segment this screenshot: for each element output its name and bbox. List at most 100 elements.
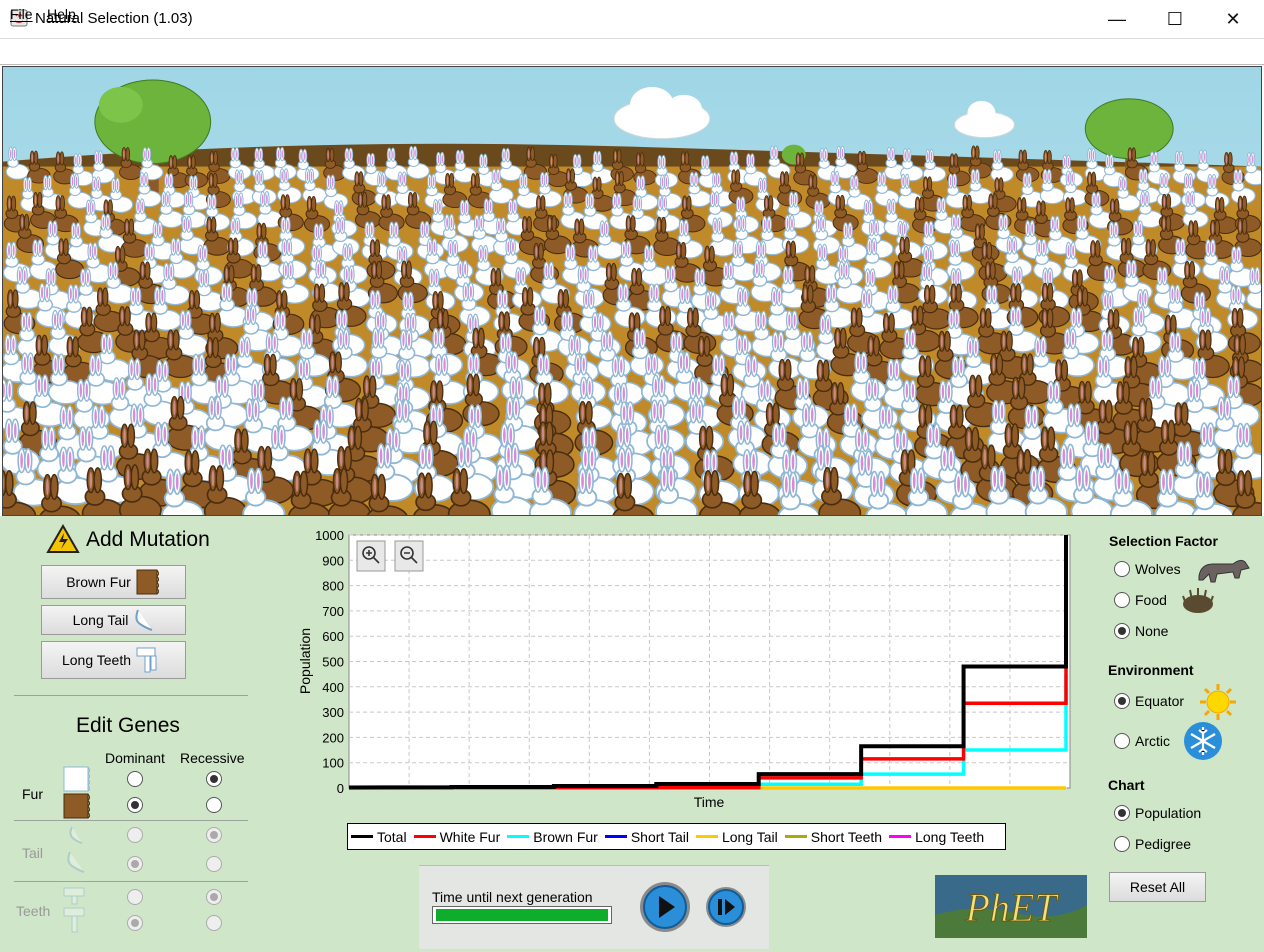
y-axis-label: Population [297, 628, 313, 694]
teeth-long-dominant-radio [127, 915, 143, 931]
play-button[interactable] [638, 880, 692, 934]
fur-brown-recessive-radio[interactable] [206, 797, 222, 813]
brown-fur-icon [63, 793, 90, 819]
tail-long-dominant-radio [127, 856, 143, 872]
chart-population-label: Population [1135, 805, 1202, 821]
selection-food-radio[interactable] [1114, 592, 1130, 608]
add-mutation-title: Add Mutation [86, 528, 210, 551]
environment-equator-label: Equator [1135, 693, 1185, 709]
x-axis-label: Time [694, 794, 725, 810]
environment-arctic-radio[interactable] [1114, 733, 1130, 749]
legend-swatch [507, 835, 530, 838]
fur-white-dominant-radio[interactable] [127, 771, 143, 787]
food-shrub-icon [1182, 588, 1214, 613]
maximize-button[interactable]: ☐ [1146, 0, 1204, 38]
y-tick-label: 700 [322, 604, 344, 619]
tail-long-recessive-radio [206, 856, 222, 872]
mutation-button-label: Brown Fur [66, 574, 131, 590]
reset-all-button[interactable]: Reset All [1109, 872, 1206, 902]
mutation-warning-icon [46, 524, 80, 553]
y-tick-label: 0 [337, 781, 344, 796]
gene-row-tail-label: Tail [22, 845, 44, 861]
dominant-column-header: Dominant [105, 750, 165, 766]
long-teeth-mutation-button[interactable]: Long Teeth [41, 641, 186, 679]
legend-label: Short Teeth [810, 828, 883, 845]
chart-legend: Total White Fur Brown Fur Short Tail Long Ta… [347, 823, 1006, 850]
step-icon [718, 899, 722, 915]
snowflake-icon [1184, 722, 1222, 760]
clock-label: Time until next generation [432, 889, 593, 905]
selection-factor-title: Selection Factor [1109, 533, 1218, 549]
short-tail-icon [69, 826, 83, 844]
population-chart: 0 100 200 300 400 500 600 700 800 900 1000 Populat… [297, 528, 1071, 810]
y-tick-label: 900 [322, 553, 344, 568]
legend-item: Short Tail [604, 829, 689, 845]
wolf-icon [1198, 559, 1250, 583]
tail-short-recessive-radio [206, 827, 222, 843]
chart-pedigree-radio[interactable] [1114, 836, 1130, 852]
selection-wolves-radio[interactable] [1114, 561, 1130, 577]
fur-brown-dominant-radio[interactable] [127, 797, 143, 813]
tail-short-dominant-radio [127, 827, 143, 843]
step-button[interactable] [705, 886, 747, 928]
mutation-button-label: Long Teeth [61, 652, 132, 668]
chart-population-radio[interactable] [1114, 805, 1130, 821]
brown-fur-mutation-button[interactable]: Brown Fur [41, 565, 186, 599]
legend-swatch [695, 835, 718, 838]
y-tick-label: 200 [322, 730, 344, 745]
teeth-short-dominant-radio [127, 889, 143, 905]
legend-label: Long Teeth [915, 828, 985, 845]
generation-progress-fill [436, 909, 608, 921]
environment-title: Environment [1108, 662, 1194, 678]
legend-item: Total [351, 829, 407, 845]
y-tick-label: 1000 [315, 528, 344, 543]
y-tick-label: 100 [322, 756, 344, 771]
gene-row-divider [14, 820, 248, 821]
legend-item: White Fur [413, 829, 500, 845]
legend-label: Long Tail [721, 828, 778, 845]
phet-logo-text: PhET [964, 885, 1059, 930]
gene-row-divider [14, 881, 248, 882]
close-icon: ✕ [1225, 8, 1241, 29]
legend-swatch [413, 835, 436, 838]
chart-pedigree-label: Pedigree [1135, 836, 1192, 852]
legend-item: Brown Fur [507, 829, 598, 845]
environment-equator-radio[interactable] [1114, 693, 1130, 709]
legend-swatch [604, 835, 627, 838]
maximize-icon: ☐ [1166, 8, 1184, 29]
long-tail-mutation-button[interactable]: Long Tail [41, 605, 186, 635]
y-tick-label: 300 [322, 705, 344, 720]
selection-none-radio[interactable] [1114, 623, 1130, 639]
teeth-short-recessive-radio [206, 889, 222, 905]
legend-swatch [889, 835, 912, 838]
legend-swatch [784, 835, 807, 838]
mutation-button-label: Long Tail [72, 612, 129, 628]
zoom-out-button[interactable] [394, 540, 424, 572]
minimize-button[interactable]: — [1088, 0, 1146, 38]
long-tail-icon [135, 609, 153, 631]
menu-help[interactable]: Help [47, 6, 76, 22]
legend-label: Brown Fur [533, 828, 598, 845]
section-divider [14, 695, 248, 696]
legend-label: Total [377, 828, 407, 845]
chart-type-title: Chart [1108, 777, 1145, 793]
selection-none-label: None [1135, 623, 1169, 639]
phet-logo[interactable]: PhET [935, 875, 1087, 938]
legend-item: Long Tail [695, 828, 778, 845]
menu-file[interactable]: File [10, 6, 33, 22]
teeth-long-recessive-radio [206, 915, 222, 931]
brown-fur-icon [136, 569, 159, 595]
y-tick-label: 800 [322, 579, 344, 594]
fur-white-recessive-radio[interactable] [206, 771, 222, 787]
long-teeth-icon [136, 647, 157, 673]
y-tick-label: 400 [322, 680, 344, 695]
bunny-population [3, 145, 1261, 515]
zoom-in-button[interactable] [356, 540, 386, 572]
edit-genes-title: Edit Genes [76, 714, 180, 737]
short-teeth-icon [63, 887, 85, 905]
selection-food-label: Food [1135, 592, 1167, 608]
bunny-habitat-scene[interactable] [2, 66, 1262, 516]
close-button[interactable]: ✕ [1204, 0, 1262, 38]
legend-swatch [351, 835, 373, 838]
gene-row-fur-label: Fur [22, 786, 43, 802]
